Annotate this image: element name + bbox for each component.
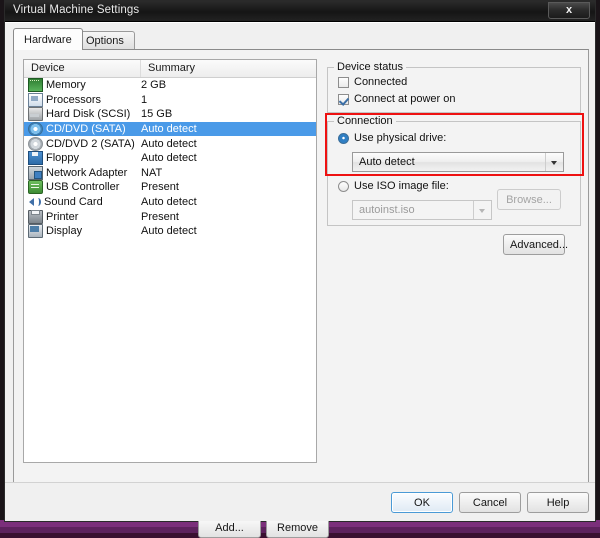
tab-hardware[interactable]: Hardware [13, 28, 83, 50]
device-name: Floppy [46, 152, 80, 165]
title-bar: Virtual Machine Settings x [5, 1, 595, 22]
device-name: CD/DVD (SATA) [46, 123, 126, 136]
connection-group: Connection Use physical drive: Auto dete… [327, 115, 581, 226]
use-physical-drive-label: Use physical drive: [354, 132, 447, 144]
use-iso-image-radio[interactable] [338, 180, 349, 192]
help-button[interactable]: Help [527, 492, 589, 513]
connect-at-power-on-label: Connect at power on [354, 93, 456, 105]
sound-card-icon [28, 196, 41, 208]
device-summary: 15 GB [141, 108, 173, 121]
column-header-summary[interactable]: Summary [141, 60, 316, 77]
device-settings-pane: Device status Connected Connect at power… [325, 59, 584, 463]
device-name: Network Adapter [46, 166, 128, 179]
network-adapter-icon [28, 165, 43, 180]
cd-dvd-icon [28, 122, 43, 137]
tab-options[interactable]: Options [75, 31, 135, 50]
device-list-header: Device Summary [24, 60, 316, 78]
advanced-button[interactable]: Advanced... [503, 234, 568, 255]
hardware-tab-panel: Device Summary Memory 2 GB Processors 1 … [13, 49, 589, 538]
device-name: Sound Card [44, 196, 103, 209]
list-item-selected[interactable]: CD/DVD (SATA) Auto detect [24, 121, 316, 137]
list-item[interactable]: Printer Present [24, 209, 316, 224]
device-summary: 2 GB [141, 79, 167, 92]
list-item[interactable]: Network Adapter NAT [24, 165, 316, 181]
dialog-client-area: Hardware Options Device Summary Memory 2… [5, 22, 595, 538]
use-physical-drive-radio-row[interactable]: Use physical drive: [338, 132, 446, 144]
printer-icon [28, 209, 43, 224]
device-list[interactable]: Device Summary Memory 2 GB Processors 1 … [23, 59, 317, 463]
browse-button[interactable]: Browse... [497, 189, 561, 210]
column-header-device[interactable]: Device [24, 60, 141, 77]
connected-checkbox-row[interactable]: Connected [338, 76, 407, 88]
device-name: Hard Disk (SCSI) [46, 108, 131, 121]
list-item[interactable]: Sound Card Auto detect [24, 195, 316, 210]
chevron-down-icon[interactable] [545, 153, 563, 171]
list-item[interactable]: Memory 2 GB [24, 78, 316, 93]
window-title: Virtual Machine Settings [13, 4, 140, 16]
device-summary: NAT [141, 166, 163, 179]
connect-at-power-on-checkbox-row[interactable]: Connect at power on [338, 93, 456, 105]
device-name: Printer [46, 210, 79, 223]
floppy-icon [28, 151, 43, 166]
list-item[interactable]: CD/DVD 2 (SATA) Auto detect [24, 136, 316, 151]
close-icon[interactable]: x [548, 2, 590, 19]
device-summary: Auto detect [141, 196, 197, 209]
ok-button[interactable]: OK [391, 492, 453, 513]
list-item[interactable]: Hard Disk (SCSI) 15 GB [24, 107, 316, 122]
device-name: Display [46, 225, 83, 238]
list-item[interactable]: Display Auto detect [24, 224, 316, 239]
cancel-button[interactable]: Cancel [459, 492, 521, 513]
iso-path-value: autoinst.iso [359, 204, 415, 216]
use-physical-drive-radio[interactable] [338, 132, 349, 144]
device-summary: Auto detect [141, 152, 197, 165]
connect-at-power-on-checkbox[interactable] [338, 93, 349, 105]
device-name: USB Controller [46, 181, 120, 194]
device-summary: 1 [141, 93, 148, 106]
use-iso-image-radio-row[interactable]: Use ISO image file: [338, 180, 449, 192]
device-status-title: Device status [334, 61, 407, 73]
cd-dvd-secondary-icon [28, 136, 43, 151]
device-summary: Auto detect [141, 225, 197, 238]
display-icon [28, 224, 43, 239]
device-name: CD/DVD 2 (SATA) [46, 137, 135, 150]
hard-disk-icon [28, 107, 43, 122]
virtual-machine-settings-window: Virtual Machine Settings x Hardware Opti… [4, 0, 596, 538]
device-summary: Auto detect [141, 137, 197, 150]
connected-checkbox[interactable] [338, 76, 349, 88]
dialog-footer: OK Cancel Help [5, 482, 595, 521]
device-status-group: Device status Connected Connect at power… [327, 61, 581, 113]
device-summary: Present [141, 210, 179, 223]
chevron-down-icon[interactable] [473, 201, 491, 219]
connection-title: Connection [334, 115, 396, 127]
device-summary: Present [141, 181, 179, 194]
physical-drive-dropdown[interactable]: Auto detect [352, 152, 564, 172]
processor-icon [28, 92, 43, 107]
device-name: Memory [46, 79, 86, 92]
list-item[interactable]: Floppy Auto detect [24, 151, 316, 166]
iso-path-dropdown[interactable]: autoinst.iso [352, 200, 492, 220]
list-item[interactable]: USB Controller Present [24, 180, 316, 195]
memory-icon [28, 78, 43, 93]
device-summary: Auto detect [141, 123, 197, 136]
usb-controller-icon [28, 180, 43, 195]
use-iso-image-label: Use ISO image file: [354, 180, 449, 192]
connected-label: Connected [354, 76, 408, 88]
list-item[interactable]: Processors 1 [24, 92, 316, 108]
tab-strip: Hardware Options [13, 28, 589, 50]
device-name: Processors [46, 93, 102, 106]
physical-drive-value: Auto detect [359, 156, 415, 168]
